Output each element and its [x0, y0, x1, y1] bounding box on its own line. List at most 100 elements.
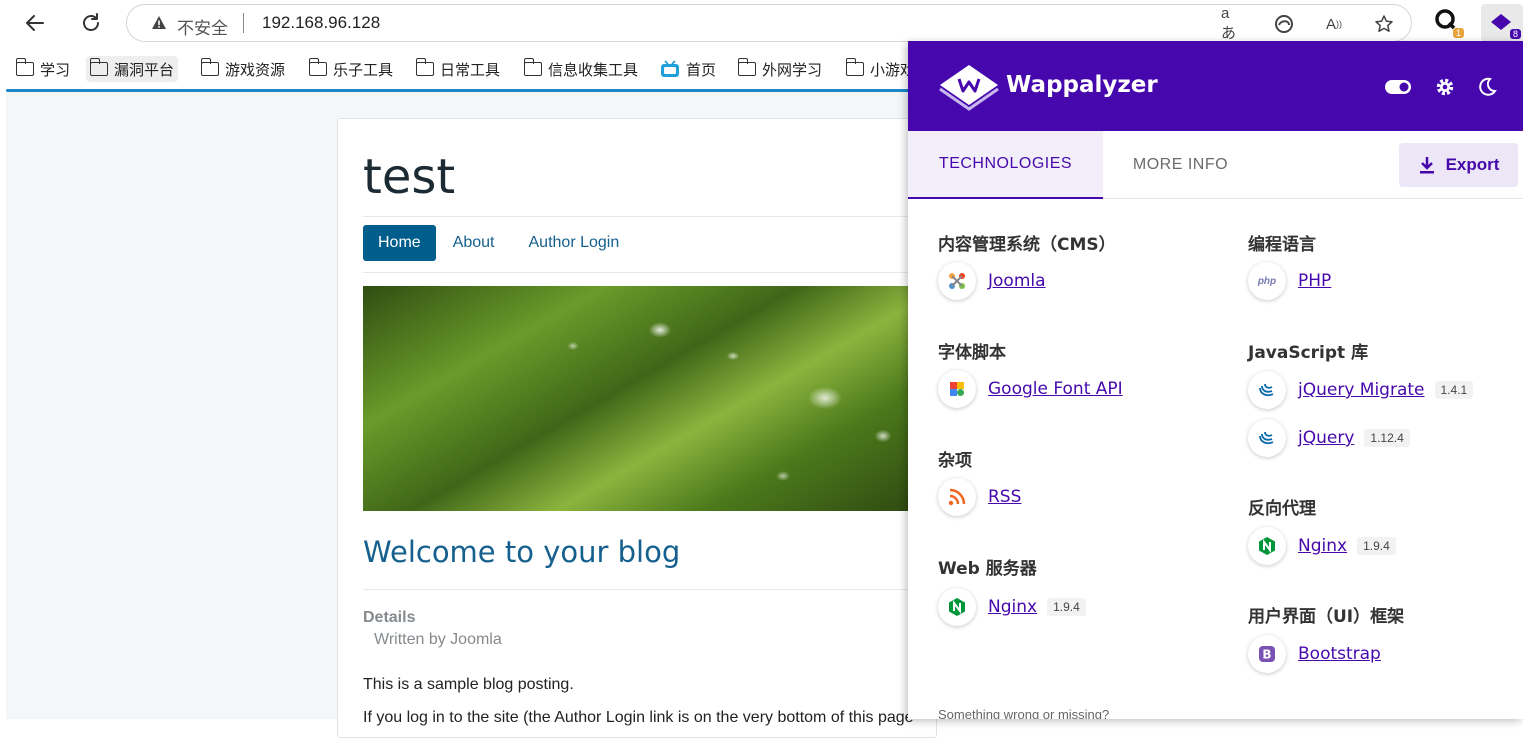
joomla-icon [938, 262, 976, 300]
tech-item[interactable]: php PHP [1248, 262, 1331, 300]
folder-icon [15, 58, 34, 76]
bilibili-icon [661, 60, 679, 77]
folder-icon [523, 58, 542, 76]
bookmark-label: 日常工具 [440, 60, 501, 79]
post-paragraph: This is a sample blog posting. [363, 676, 574, 693]
tech-version: 1.9.4 [1357, 537, 1396, 555]
folder-icon [89, 58, 108, 76]
tech-item[interactable]: Joomla [938, 262, 1046, 300]
bookmark-folder[interactable]: 信息收集工具 [520, 56, 642, 82]
bookmark-folder[interactable]: 日常工具 [412, 56, 504, 82]
category-heading: 用户界面（UI）框架 [1248, 607, 1405, 627]
download-icon [1419, 157, 1434, 174]
wappalyzer-brand: Wappalyzer [1006, 72, 1158, 98]
address-separator [243, 13, 244, 33]
nginx-icon [1248, 527, 1286, 565]
tech-name[interactable]: RSS [988, 487, 1021, 507]
tech-name[interactable]: Nginx [988, 597, 1037, 617]
tech-item[interactable]: B Bootstrap [1248, 635, 1381, 673]
divider [363, 589, 936, 590]
tech-name[interactable]: Bootstrap [1298, 644, 1381, 664]
main-menu: Home About Author Login [363, 225, 636, 261]
back-arrow-icon [26, 15, 44, 31]
bookmark-folder[interactable]: 漏洞平台 [86, 56, 179, 82]
favorite-star-icon[interactable] [1373, 13, 1395, 35]
back-button[interactable] [18, 6, 52, 40]
bookmark-folder[interactable]: 学习 [12, 56, 74, 82]
tab-technologies[interactable]: TECHNOLOGIES [908, 131, 1103, 199]
read-aloud-icon[interactable]: A)) [1323, 13, 1345, 35]
wappalyzer-badge: 8 [1509, 29, 1521, 39]
tech-item[interactable]: Nginx 1.9.4 [1248, 527, 1396, 565]
menu-home[interactable]: Home [363, 225, 436, 261]
menu-author-login[interactable]: Author Login [512, 225, 637, 261]
category-heading: 杂项 [938, 451, 972, 471]
moon-icon [1479, 77, 1497, 96]
address-bar[interactable]: 不安全 192.168.96.128 aあ A)) [126, 4, 1412, 42]
bookmark-label: 首页 [686, 60, 717, 79]
tech-item[interactable]: Nginx 1.9.4 [938, 588, 1086, 626]
page-viewport: test Home About Author Login Welcome to … [6, 92, 937, 738]
bookmark-folder[interactable]: 游戏资源 [197, 56, 289, 82]
tab-more-info[interactable]: MORE INFO [1103, 131, 1258, 199]
settings-button[interactable] [1432, 74, 1458, 100]
bookmark-label: 信息收集工具 [548, 60, 639, 79]
tech-version: 1.12.4 [1364, 429, 1410, 447]
site-container: test Home About Author Login Welcome to … [337, 118, 937, 738]
google-font-icon [938, 370, 976, 408]
jquery-icon [1248, 371, 1286, 409]
svg-text:B: B [1262, 648, 1271, 662]
tech-version: 1.4.1 [1434, 381, 1474, 399]
security-label[interactable]: 不安全 [177, 14, 228, 39]
bookmark-label: 游戏资源 [225, 60, 286, 79]
tech-item[interactable]: jQuery 1.12.4 [1248, 419, 1410, 457]
folder-icon [308, 58, 327, 76]
url-text[interactable]: 192.168.96.128 [262, 13, 380, 33]
tech-name[interactable]: PHP [1298, 271, 1331, 291]
tech-item[interactable]: RSS [938, 478, 1021, 516]
extension-one-button[interactable]: 1 [1434, 8, 1464, 38]
category-heading: Web 服务器 [938, 559, 1037, 579]
gear-icon [1436, 78, 1454, 96]
translate-icon[interactable]: aあ [1221, 5, 1243, 42]
wappalyzer-logo-icon [939, 65, 999, 111]
post-paragraph: If you log in to the site (the Author Lo… [363, 709, 914, 726]
toggle-switch[interactable] [1385, 74, 1411, 100]
category-heading: 反向代理 [1248, 499, 1316, 519]
category-heading: JavaScript 库 [1248, 343, 1369, 363]
tech-item[interactable]: jQuery Migrate 1.4.1 [1248, 371, 1474, 409]
bookmark-folder[interactable]: 乐子工具 [305, 56, 397, 82]
bookmark-folder[interactable]: 外网学习 [734, 56, 826, 82]
tech-name[interactable]: jQuery [1298, 428, 1354, 448]
export-button[interactable]: Export [1399, 143, 1518, 187]
tech-item[interactable]: Google Font API [938, 370, 1123, 408]
bookmark-label: 学习 [40, 60, 71, 79]
folder-icon [845, 58, 864, 76]
theme-button[interactable] [1474, 74, 1500, 100]
site-title[interactable]: test [363, 149, 455, 205]
divider [363, 216, 936, 217]
tech-name[interactable]: Nginx [1298, 536, 1347, 556]
menu-about[interactable]: About [436, 225, 512, 261]
tech-name[interactable]: Joomla [988, 271, 1046, 291]
php-icon: php [1248, 262, 1286, 300]
folder-icon [737, 58, 756, 76]
wappalyzer-popup: Wappalyzer TECHNOLOGIES MORE INFO Export… [908, 41, 1523, 719]
post-title[interactable]: Welcome to your blog [363, 535, 680, 569]
details-heading: Details [363, 609, 416, 626]
tech-name[interactable]: jQuery Migrate [1298, 380, 1425, 400]
export-label: Export [1445, 155, 1500, 174]
tech-name[interactable]: Google Font API [988, 379, 1123, 399]
reload-icon [83, 13, 99, 31]
header-image [363, 286, 936, 511]
tech-version: 1.9.4 [1047, 598, 1086, 616]
edge-icon[interactable] [1273, 13, 1295, 35]
bookmark-label: 外网学习 [762, 60, 823, 79]
divider [363, 272, 936, 273]
reload-button[interactable] [74, 6, 108, 40]
bookmark-link[interactable]: 首页 [656, 56, 720, 82]
wappalyzer-extension-button[interactable]: 8 [1481, 4, 1523, 42]
feedback-link[interactable]: Something wrong or missing? [938, 707, 1109, 719]
bookmark-label: 乐子工具 [333, 60, 394, 79]
category-heading: 字体脚本 [938, 343, 1006, 363]
